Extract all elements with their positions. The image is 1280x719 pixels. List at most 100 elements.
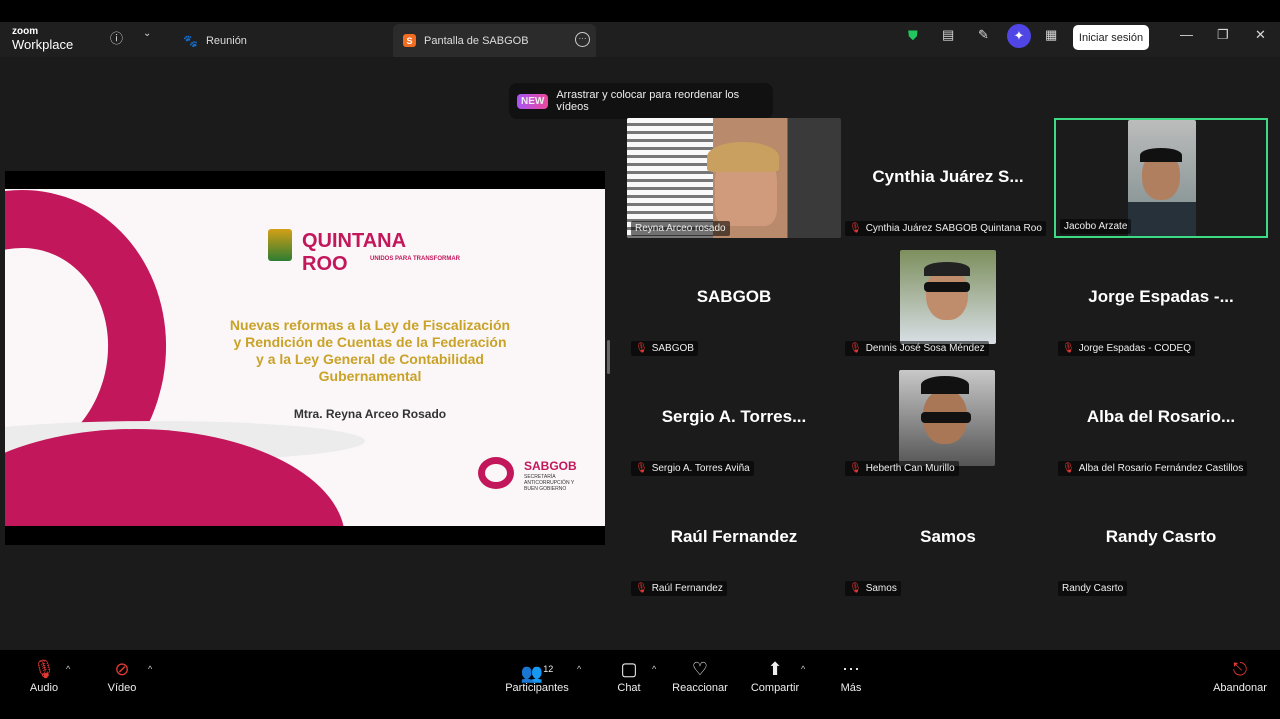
slide-author: Mtra. Reyna Arceo Rosado	[293, 407, 447, 421]
sabgob-subtitle: SECRETARÍA ANTICORRUPCIÓN Y BUEN GOBIERN…	[524, 474, 575, 492]
more-options-icon[interactable]: ···	[575, 32, 590, 47]
quintana-roo-logo: QUINTANA ROO	[302, 230, 406, 276]
participant-display-name: Randy Casrto	[1105, 527, 1217, 546]
participant-name: Jorge Espadas - CODEQ	[1078, 343, 1191, 354]
participant-display-name: Alba del Rosario...	[1086, 407, 1236, 426]
participant-tile[interactable]: Sergio A. Torres... 🎙 Sergio A. Torres Av…	[627, 358, 841, 478]
participant-name: Sergio A. Torres Aviña	[651, 463, 750, 474]
participant-display-name: Raúl Fernandez	[670, 527, 798, 546]
participant-tile-active-speaker[interactable]: Jacobo Arzate	[1054, 118, 1268, 238]
participant-label: Randy Casrto	[1058, 581, 1128, 596]
mic-muted-icon: 🎙	[1062, 463, 1075, 474]
close-icon[interactable]: ✕	[1255, 27, 1266, 43]
participant-video	[627, 118, 841, 238]
chat-button[interactable]: ▢ Chat	[613, 658, 645, 694]
slide-title: Nuevas reformas a la Ley de Fiscalizació…	[185, 317, 555, 385]
participants-icon: 👥12	[520, 663, 554, 683]
mic-muted-icon: 🎙	[635, 583, 648, 594]
minimize-icon[interactable]: —	[1180, 27, 1193, 42]
restore-icon[interactable]: ❐	[1217, 27, 1229, 43]
participants-options-chevron-icon[interactable]: ^	[577, 664, 581, 674]
video-off-icon: ⊘	[114, 659, 130, 679]
participant-display-name: Jorge Espadas -...	[1088, 287, 1234, 306]
signin-button[interactable]: Iniciar sesión	[1073, 25, 1149, 50]
participant-tile[interactable]: 🎙 Dennis José Sosa Méndez	[841, 238, 1055, 358]
audio-button[interactable]: 🎙 Audio	[26, 658, 62, 694]
participant-label: 🎙 Heberth Can Murillo	[845, 461, 959, 476]
participant-display-name: Cynthia Juárez S...	[872, 167, 1024, 186]
mic-muted-icon: 🎙	[849, 343, 862, 354]
meeting-controls: 🎙 Audio ^ ⊘ Vídeo ^ 👥12 Participantes ^ …	[0, 650, 1280, 719]
title-bar: zoom Workplace ⓘ ⌄ 🐾 Reunión S Pantalla …	[0, 0, 1280, 57]
participant-name: Heberth Can Murillo	[865, 463, 955, 474]
video-options-chevron-icon[interactable]: ^	[148, 664, 152, 674]
participant-label: 🎙 SABGOB	[631, 341, 698, 356]
mic-muted-icon: 🎙	[849, 223, 862, 234]
tab-screen-share[interactable]: S Pantalla de SABGOB ···	[393, 24, 596, 57]
presentation-slide: QUINTANA ROO UNIDOS PARA TRANSFORMAR Nue…	[5, 189, 605, 526]
whiteboard-icon[interactable]: ✎	[978, 27, 989, 43]
more-button[interactable]: ⋯ Más	[836, 658, 866, 694]
participant-label: 🎙 Raúl Fernandez	[631, 581, 727, 596]
participant-label: 🎙 Jorge Espadas - CODEQ	[1058, 341, 1195, 356]
slide-title-line: Nuevas reformas a la Ley de Fiscalizació…	[229, 317, 511, 333]
quintana-text: QUINTANA	[302, 230, 407, 252]
participant-label: 🎙 Alba del Rosario Fernández Castillos	[1058, 461, 1248, 476]
sabgob-q-logo	[478, 457, 514, 489]
mic-muted-icon: 🎙	[635, 343, 648, 354]
video-label: Vídeo	[107, 682, 137, 694]
share-options-chevron-icon[interactable]: ^	[801, 664, 805, 674]
participant-name: Jacobo Arzate	[1064, 221, 1128, 232]
participant-name: Cynthia Juárez SABGOB Quintana Roo	[865, 223, 1042, 234]
leave-label: Abandonar	[1213, 682, 1267, 694]
tab-meeting[interactable]: 🐾 Reunión	[183, 24, 247, 57]
info-icon[interactable]: ⓘ	[110, 28, 123, 47]
logo-line2: Workplace	[12, 37, 74, 52]
shield-icon[interactable]: ⛊	[908, 28, 918, 44]
paw-icon: 🐾	[183, 33, 198, 48]
mic-muted-icon: 🎙	[1062, 343, 1075, 354]
participant-tile[interactable]: Raúl Fernandez 🎙 Raúl Fernandez	[627, 478, 841, 598]
participant-label: 🎙 Sergio A. Torres Aviña	[631, 461, 754, 476]
audio-options-chevron-icon[interactable]: ^	[66, 664, 70, 674]
more-icon: ⋯	[842, 659, 860, 679]
split-resize-handle[interactable]	[607, 340, 610, 374]
participant-video	[1128, 120, 1196, 236]
participant-tile[interactable]: Alba del Rosario... 🎙 Alba del Rosario Fe…	[1054, 358, 1268, 478]
chat-label: Chat	[617, 682, 641, 694]
mic-muted-icon: 🎙	[32, 659, 56, 679]
chat-options-chevron-icon[interactable]: ^	[652, 664, 656, 674]
chevron-down-icon[interactable]: ⌄	[143, 28, 151, 39]
participant-name: SABGOB	[651, 343, 694, 354]
share-label: Compartir	[750, 682, 800, 694]
participant-video	[900, 250, 996, 344]
participant-label: 🎙 Dennis José Sosa Méndez	[845, 341, 989, 356]
react-button[interactable]: ♡ Reaccionar	[672, 658, 728, 694]
reorder-tip-toast: NEW Arrastrar y colocar para reordenar l…	[509, 83, 773, 119]
participant-tile[interactable]: SABGOB 🎙 SABGOB	[627, 238, 841, 358]
participant-label: Reyna Arceo rosado	[631, 221, 730, 236]
participant-tile[interactable]: Samos 🎙 Samos	[841, 478, 1055, 598]
react-label: Reaccionar	[672, 682, 728, 694]
share-button[interactable]: ⬆ Compartir	[748, 658, 802, 694]
apps-icon[interactable]: ▦	[1045, 27, 1057, 43]
quintana-roo-crest	[268, 229, 292, 261]
notes-icon[interactable]: ▤	[942, 27, 954, 43]
participant-label: 🎙 Samos	[845, 581, 901, 596]
heart-icon: ♡	[691, 659, 709, 679]
participant-tile[interactable]: Jorge Espadas -... 🎙 Jorge Espadas - CODE…	[1054, 238, 1268, 358]
leave-button[interactable]: ⎋ Abandonar	[1212, 658, 1268, 694]
participant-tile[interactable]: Reyna Arceo rosado	[627, 118, 841, 238]
video-button[interactable]: ⊘ Vídeo	[104, 658, 140, 694]
participant-name: Alba del Rosario Fernández Castillos	[1078, 463, 1244, 474]
participant-name: Randy Casrto	[1062, 583, 1124, 594]
zoom-logo: zoom Workplace	[12, 27, 74, 52]
participant-tile[interactable]: Randy Casrto Randy Casrto	[1054, 478, 1268, 598]
participant-tile[interactable]: Cynthia Juárez S... 🎙 Cynthia Juárez SABG…	[841, 118, 1055, 238]
slide-title-line: y a la Ley General de Contabilidad	[256, 351, 484, 367]
more-label: Más	[840, 682, 862, 694]
participant-name: Samos	[865, 583, 897, 594]
ai-companion-icon[interactable]: ✦	[1007, 24, 1031, 48]
participant-tile[interactable]: 🎙 Heberth Can Murillo	[841, 358, 1055, 478]
participants-button[interactable]: 👥12 Participantes	[504, 658, 570, 694]
